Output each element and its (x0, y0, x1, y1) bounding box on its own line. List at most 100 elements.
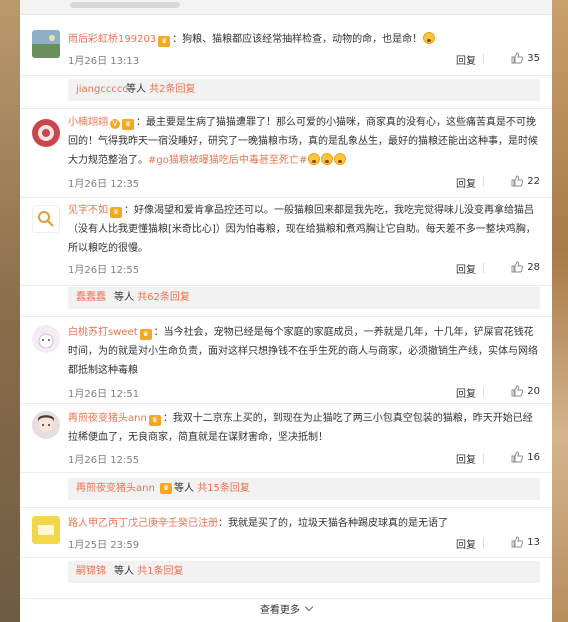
sub-reply-summary[interactable]: 再煎夜变猪头ann ♛ 等人 共15条回复 (68, 478, 540, 500)
vip-badge-icon: ♛ (158, 36, 171, 47)
divider (483, 263, 484, 273)
sub-reply-between: 等人 (126, 84, 146, 95)
sub-reply-summary[interactable]: 蠢蠢蠢 等人 共62条回复 (68, 287, 540, 309)
avatar[interactable] (32, 119, 60, 147)
like-button[interactable]: 16 (511, 451, 540, 463)
comment-user[interactable]: 小楠翊翊 (68, 117, 108, 128)
comment-item: 白桃苏打sweet ♛ ：当今社会，宠物已经是每个家庭的家庭成员，一养就是几年，十几… (20, 316, 552, 404)
sub-reply-between: 等人 (174, 483, 194, 494)
comment-text: 雨后彩虹桥199203 ♛ ：狗粮、猫粮都应该经常抽样检查，动物的命，也是命！ (68, 30, 540, 49)
sub-reply-text: 等人 共15条回复 (174, 478, 250, 500)
comment-text: 小楠翊翊 V ♛ ：最主要是生病了猫猫遭罪了！那么可爱的小猫咪，商家真的没有心，这些痛… (68, 113, 540, 170)
like-count: 16 (527, 452, 540, 463)
topic-link[interactable]: #go猫粮被曝猫吃后中毒甚至死亡# (148, 155, 307, 166)
background-right (552, 0, 568, 622)
comment-meta: 1月26日 12:51 回复 20 (68, 385, 540, 401)
reply-button[interactable]: 回复 (456, 52, 476, 67)
avatar-image (32, 411, 60, 439)
avatar[interactable] (32, 325, 60, 353)
comment-panel: 雨后彩虹桥199203 ♛ ：狗粮、猫粮都应该经常抽样检查，动物的命，也是命！ 1月… (20, 0, 552, 622)
like-button[interactable]: 28 (511, 261, 540, 273)
like-button[interactable]: 22 (511, 175, 540, 187)
like-button[interactable]: 13 (511, 536, 540, 548)
like-button[interactable]: 20 (511, 385, 540, 397)
reply-button[interactable]: 回复 (456, 261, 476, 276)
comment-date: 1月26日 12:35 (68, 179, 140, 190)
emoji-icon (321, 153, 334, 165)
sub-reply-count[interactable]: 共1条回复 (137, 566, 183, 577)
comment-item: 小楠翊翊 V ♛ ：最主要是生病了猫猫遭罪了！那么可爱的小猫咪，商家真的没有心，这些痛… (20, 108, 552, 198)
comment-meta: 1月26日 12:35 回复 22 (68, 175, 540, 191)
reply-button[interactable]: 回复 (456, 536, 476, 551)
background-left (0, 0, 20, 622)
sub-reply-user[interactable]: 蠢蠢蠢 (76, 287, 106, 309)
comment-date: 1月26日 12:55 (68, 265, 140, 276)
comment-meta: 1月25日 23:59 回复 13 (68, 536, 540, 552)
sub-reply-user[interactable]: jiangccccc (76, 79, 128, 101)
sub-reply-user[interactable]: 嗣锦锦 (76, 561, 106, 583)
avatar-image (32, 119, 60, 147)
sub-reply-user[interactable]: 再煎夜变猪头ann (76, 478, 155, 500)
avatar-image (32, 205, 60, 233)
vip-badge-icon: ♛ (122, 119, 134, 130)
thumbs-up-icon (511, 385, 524, 397)
comment-text: 白桃苏打sweet ♛ ：当今社会，宠物已经是每个家庭的家庭成员，一养就是几年，十几… (68, 323, 540, 380)
sub-reply-text: 等人 共62条回复 (114, 287, 190, 309)
divider (483, 453, 484, 463)
load-more-button[interactable]: 查看更多 (20, 598, 552, 622)
divider (483, 177, 484, 187)
comment-user[interactable]: 见字不如 (68, 205, 108, 216)
sub-reply-between: 等人 (114, 292, 134, 303)
comment-meta: 1月26日 12:55 回复 28 (68, 261, 540, 277)
truncated-previous-comment (20, 0, 552, 15)
avatar[interactable] (32, 205, 60, 233)
emoji-icon (334, 153, 347, 165)
comment-date: 1月26日 12:55 (68, 455, 140, 466)
comment-item: 再煎夜变猪头ann ♛ ：我双十二京东上买的，到现在为止猫吃了两三小包真空包装的猫粮… (20, 403, 552, 473)
emoji-icon (423, 32, 436, 44)
sub-reply-summary[interactable]: 嗣锦锦 等人 共1条回复 (68, 561, 540, 583)
comment-item: 见字不如 ♛ ：好像渴望和爱肯拿品控还可以。一般猫粮回来都是我先吃，我吃完觉得味儿没… (20, 197, 552, 286)
like-count: 28 (527, 262, 540, 273)
vip-badge-icon: ♛ (110, 207, 122, 218)
emoji-icon (308, 153, 321, 165)
vip-badge-icon: ♛ (139, 329, 152, 340)
thumbs-up-icon (511, 261, 524, 273)
like-count: 20 (527, 386, 540, 397)
reply-button[interactable]: 回复 (456, 385, 476, 400)
comment-date: 1月26日 12:51 (68, 389, 140, 400)
sub-reply-count[interactable]: 共62条回复 (137, 292, 190, 303)
comment-text: 再煎夜变猪头ann ♛ ：我双十二京东上买的，到现在为止猫吃了两三小包真空包装的猫粮… (68, 409, 540, 447)
comment-date: 1月26日 13:13 (68, 56, 140, 67)
avatar-image (32, 516, 60, 544)
sub-reply-count[interactable]: 共2条回复 (149, 84, 195, 95)
comment-text: 见字不如 ♛ ：好像渴望和爱肯拿品控还可以。一般猫粮回来都是我先吃，我吃完觉得味儿没… (68, 201, 540, 258)
sub-reply-text: 等人 共2条回复 (126, 79, 196, 101)
vip-badge-icon: ♛ (160, 483, 172, 494)
comment-text: 路人甲乙丙丁戊己庚辛壬癸已注册：我就是买了的，垃圾天猫各种踢皮球真的是无语了 (68, 514, 540, 533)
comment-user[interactable]: 白桃苏打sweet (68, 327, 138, 338)
comment-meta: 1月26日 13:13 回复 35 (68, 52, 540, 68)
comment-item: 路人甲乙丙丁戊己庚辛壬癸已注册：我就是买了的，垃圾天猫各种踢皮球真的是无语了 1… (20, 507, 552, 558)
comment-user[interactable]: 雨后彩虹桥199203 (68, 34, 156, 45)
thumbs-up-icon (511, 175, 524, 187)
comment-body: ：当今社会，宠物已经是每个家庭的家庭成员，一养就是几年，十几年，铲屎官花钱花时间… (68, 327, 538, 376)
sub-reply-count[interactable]: 共15条回复 (197, 483, 250, 494)
reply-button[interactable]: 回复 (456, 175, 476, 190)
like-count: 35 (527, 53, 540, 64)
divider (483, 54, 484, 64)
like-button[interactable]: 35 (511, 52, 540, 64)
avatar-image (32, 30, 60, 58)
avatar[interactable] (32, 30, 60, 58)
thumbs-up-icon (511, 451, 524, 463)
avatar[interactable] (32, 411, 60, 439)
thumbs-up-icon (511, 536, 524, 548)
avatar[interactable] (32, 516, 60, 544)
reply-button[interactable]: 回复 (456, 451, 476, 466)
comment-body: ：我就是买了的，垃圾天猫各种踢皮球真的是无语了 (218, 518, 448, 529)
comment-user[interactable]: 路人甲乙丙丁戊己庚辛壬癸已注册 (68, 518, 218, 529)
vip-badge-icon: ♛ (148, 415, 161, 426)
comment-user[interactable]: 再煎夜变猪头ann (68, 413, 147, 424)
sub-reply-summary[interactable]: jiangccccc 等人 共2条回复 (68, 79, 540, 101)
like-count: 22 (527, 176, 540, 187)
